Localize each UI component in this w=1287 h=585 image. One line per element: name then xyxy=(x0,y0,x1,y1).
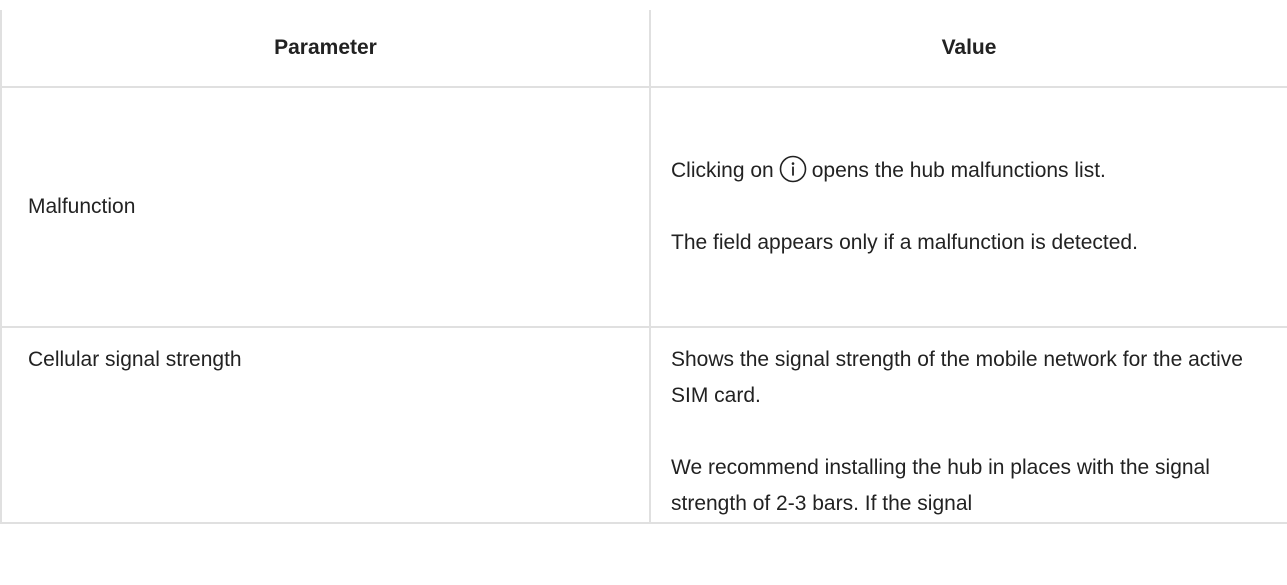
value-paragraph: The field appears only if a malfunction … xyxy=(671,231,1138,254)
parameter-cell: Malfunction xyxy=(0,86,651,328)
value-paragraph: We recommend installing the hub in place… xyxy=(671,456,1210,515)
value-cell: Clicking on opens the hub malfunctions li… xyxy=(649,86,1287,328)
parameters-table: Parameter Value Malfunction Clicking on o… xyxy=(0,10,1287,524)
value-paragraph: Shows the signal strength of the mobile … xyxy=(671,348,1243,407)
value-paragraph: Clicking on opens the hub malfunctions li… xyxy=(671,153,1261,189)
header-value: Value xyxy=(649,10,1287,88)
value-text: Clicking on xyxy=(671,159,774,182)
table-header-row: Parameter Value xyxy=(0,10,1287,88)
table-row: Malfunction Clicking on opens the hub mal… xyxy=(0,86,1287,328)
info-circle-icon xyxy=(779,155,807,183)
header-parameter: Parameter xyxy=(0,10,651,88)
parameters-table-container: Parameter Value Malfunction Clicking on o… xyxy=(0,10,1287,524)
value-text: opens the hub malfunctions list. xyxy=(811,159,1106,182)
value-cell: Shows the signal strength of the mobile … xyxy=(649,326,1287,524)
parameter-cell: Cellular signal strength xyxy=(0,326,651,524)
table-row: Cellular signal strength Shows the signa… xyxy=(0,326,1287,524)
